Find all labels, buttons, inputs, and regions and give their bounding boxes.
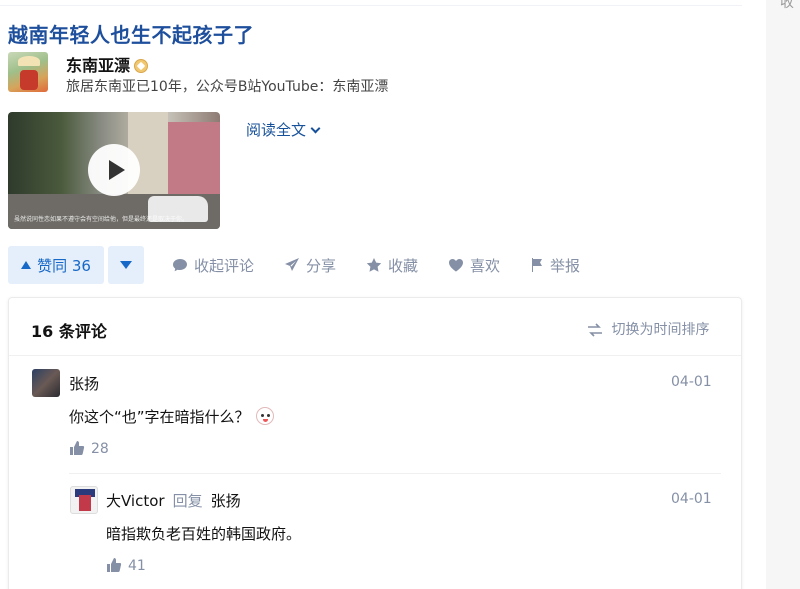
right-sidebar-gutter: 收	[766, 0, 800, 589]
author-badge-icon	[134, 59, 149, 73]
video-caption: 虽然说同性恋如果不遵守会有空间给他，但是最终还是取决于你。	[14, 216, 189, 223]
reply-header: 大Victor 回复 张扬	[106, 490, 241, 511]
top-divider	[0, 5, 742, 6]
read-more-link[interactable]: 阅读全文	[246, 119, 321, 140]
share-button[interactable]: 分享	[284, 246, 336, 284]
favorite-button[interactable]: 收藏	[366, 246, 418, 284]
like-label: 喜欢	[470, 256, 501, 275]
comment-bubble-icon	[173, 259, 187, 272]
comments-count: 16 条评论	[31, 322, 107, 341]
sort-toggle-button[interactable]: 切换为时间排序	[587, 319, 709, 339]
triangle-up-icon	[21, 261, 32, 269]
author-name[interactable]: 东南亚漂	[66, 56, 130, 75]
reply-avatar[interactable]	[70, 486, 98, 514]
star-icon	[366, 258, 382, 272]
read-more-label: 阅读全文	[246, 121, 307, 139]
thumbs-up-icon	[107, 558, 122, 572]
comment-text: 你这个“也”字在暗指什么？	[69, 406, 274, 427]
author-avatar[interactable]	[8, 52, 48, 92]
swap-arrows-icon	[588, 323, 602, 337]
sort-toggle-label: 切换为时间排序	[611, 322, 710, 338]
chevron-down-icon	[310, 123, 321, 134]
author-name-line: 东南亚漂	[66, 52, 149, 76]
like-button[interactable]: 喜欢	[448, 246, 500, 284]
reply-author[interactable]: 大Victor	[106, 492, 165, 510]
collapse-comments-button[interactable]: 收起评论	[172, 246, 254, 284]
reply-text: 暗指欺负老百姓的韩国政府。	[106, 525, 302, 543]
report-label: 举报	[550, 256, 581, 275]
comment-time: 04-01	[671, 374, 712, 390]
author-description: 旅居东南亚已10年，公众号B站YouTube：东南亚漂	[66, 79, 389, 95]
collapse-comments-label: 收起评论	[194, 256, 255, 275]
favorite-label: 收藏	[388, 256, 419, 275]
reply-time: 04-01	[671, 491, 712, 507]
vote-up-button[interactable]: 赞同 36	[8, 246, 104, 284]
heart-icon	[449, 259, 463, 272]
vote-down-button[interactable]	[108, 246, 144, 284]
comment-text-content: 你这个“也”字在暗指什么？	[69, 408, 250, 426]
reply-label: 回复	[172, 492, 203, 510]
sidebar-edge-text: 收	[780, 0, 794, 11]
video-thumbnail[interactable]: 虽然说同性恋如果不遵守会有空间给他，但是最终还是取决于你。	[8, 112, 220, 229]
emoji-icon	[255, 407, 274, 425]
vote-up-label: 赞同 36	[37, 256, 91, 275]
comments-panel: 16 条评论 切换为时间排序 张扬 04-01 你这个“也”字在暗指什么？ 28…	[8, 297, 742, 589]
article-title[interactable]: 越南年轻人也生不起孩子了	[8, 19, 254, 48]
comment-avatar[interactable]	[32, 369, 60, 397]
reply-like-count: 41	[128, 558, 146, 574]
comment-author[interactable]: 张扬	[69, 373, 99, 394]
share-label: 分享	[306, 256, 337, 275]
play-icon[interactable]	[88, 144, 140, 196]
paper-plane-icon	[285, 258, 299, 271]
flag-icon	[532, 258, 542, 272]
comments-header: 16 条评论 切换为时间排序	[9, 298, 741, 356]
comment-divider	[69, 473, 721, 474]
thumbs-up-icon	[70, 441, 85, 455]
reply-like-button[interactable]: 41	[106, 557, 146, 574]
report-button[interactable]: 举报	[530, 246, 580, 284]
comment-like-button[interactable]: 28	[69, 440, 109, 457]
comment-like-count: 28	[91, 441, 109, 457]
reply-to-user[interactable]: 张扬	[211, 492, 241, 510]
